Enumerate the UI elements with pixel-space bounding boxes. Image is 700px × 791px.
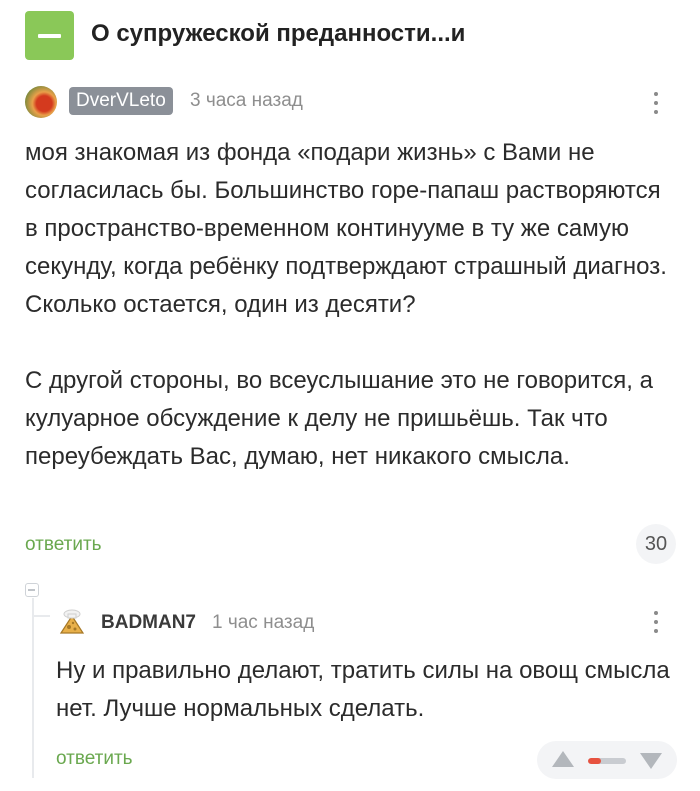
post-title[interactable]: О супружеской преданности...и xyxy=(91,20,465,48)
thread-branch xyxy=(32,615,50,617)
reply-button[interactable]: ответить xyxy=(56,748,133,770)
vote-controls xyxy=(537,741,677,779)
collapse-thread-button[interactable] xyxy=(25,583,39,597)
comment-time[interactable]: 3 часа назад xyxy=(190,90,303,112)
reply-button[interactable]: ответить xyxy=(25,534,102,556)
more-vertical-icon[interactable] xyxy=(651,611,661,637)
avatar[interactable] xyxy=(56,606,88,638)
reply-time[interactable]: 1 час назад xyxy=(212,612,314,634)
reply-text: Ну и правильно делают, тратить силы на о… xyxy=(56,657,670,722)
thread-line[interactable] xyxy=(32,598,34,778)
vote-ratio-fill xyxy=(588,758,602,764)
comment-rating[interactable]: 30 xyxy=(636,524,676,564)
comment-text: моя знакомая из фонда «подари жизнь» с В… xyxy=(25,134,675,476)
post-header: О супружеской преданности...и xyxy=(0,0,700,72)
more-vertical-icon[interactable] xyxy=(651,92,661,118)
comment-author[interactable]: DverVLeto xyxy=(69,87,173,115)
vote-ratio-bar xyxy=(588,758,626,764)
comment-paragraph: С другой стороны, во всеуслышание это не… xyxy=(25,367,653,470)
minus-icon xyxy=(38,34,61,38)
avatar[interactable] xyxy=(25,86,57,118)
reply-author[interactable]: BADMAN7 xyxy=(101,612,196,634)
downvote-icon[interactable] xyxy=(640,753,662,769)
collapse-post-button[interactable] xyxy=(25,11,74,60)
comment-paragraph: моя знакомая из фонда «подари жизнь» с В… xyxy=(25,139,667,318)
upvote-icon[interactable] xyxy=(552,751,574,767)
